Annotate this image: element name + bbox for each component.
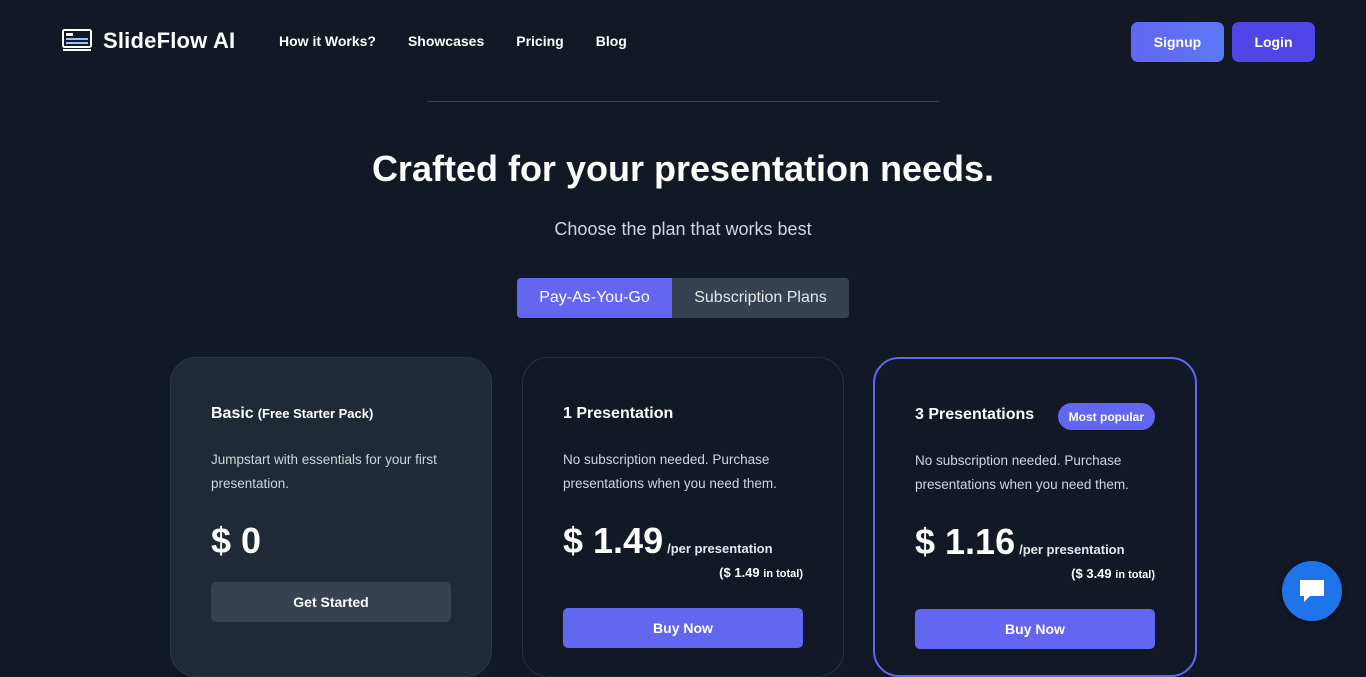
plan-title: 1 Presentation <box>563 405 674 422</box>
plan-total: ($ 1.49 in total) <box>719 565 803 580</box>
plan-price: $ 1.49 <box>563 520 664 561</box>
plan-description: Jumpstart with essentials for your first… <box>211 452 437 491</box>
plan-price-row: $ 1.16 /per presentation <box>915 521 1125 563</box>
top-navigation: SlideFlow AI How it Works? Showcases Pri… <box>0 0 1366 84</box>
nav-links: How it Works? Showcases Pricing Blog <box>279 33 659 49</box>
toggle-subscription-plans[interactable]: Subscription Plans <box>672 278 849 318</box>
plan-total-suffix: in total) <box>1115 569 1155 581</box>
plan-price-unit: /per presentation <box>1019 542 1125 557</box>
nav-blog[interactable]: Blog <box>596 33 627 49</box>
nav-showcases[interactable]: Showcases <box>408 33 484 49</box>
plan-price-unit: /per presentation <box>667 541 773 556</box>
nav-how-it-works[interactable]: How it Works? <box>279 33 376 49</box>
plan-price-row: $ 0 <box>211 520 261 562</box>
plan-total: ($ 3.49 in total) <box>1071 566 1155 581</box>
plan-total-amount: ($ 3.49 <box>1071 566 1112 581</box>
page-title: Crafted for your presentation needs. <box>371 148 995 189</box>
plan-title-suffix: (Free Starter Pack) <box>257 406 374 421</box>
most-popular-badge: Most popular <box>1057 403 1155 430</box>
plan-card-1-presentation: 1 Presentation No subscription needed. P… <box>522 357 844 677</box>
plan-title: 3 Presentations <box>915 406 1035 423</box>
plan-total-amount: ($ 1.49 <box>719 565 760 580</box>
plan-description: No subscription needed. Purchase present… <box>915 453 1129 492</box>
toggle-pay-as-you-go[interactable]: Pay-As-You-Go <box>517 278 672 318</box>
plan-total-suffix: in total) <box>763 568 803 580</box>
plan-type-toggle: Pay-As-You-Go Subscription Plans <box>517 278 849 318</box>
plan-card-3-presentations: 3 Presentations Most popular No subscrip… <box>873 357 1197 677</box>
plan-title-main: Basic <box>211 405 254 422</box>
buy-now-button[interactable]: Buy Now <box>915 609 1155 649</box>
brand-name: SlideFlow AI <box>103 28 236 53</box>
signup-button[interactable]: Signup <box>1131 22 1224 62</box>
chat-widget-button[interactable] <box>1282 561 1342 621</box>
section-divider <box>427 101 939 102</box>
login-button[interactable]: Login <box>1232 22 1315 62</box>
slides-logo-icon <box>62 29 92 51</box>
plan-card-basic: Basic (Free Starter Pack) Jumpstart with … <box>170 357 492 677</box>
chat-icon <box>1300 580 1324 602</box>
plan-price: $ 1.16 <box>915 521 1016 562</box>
plan-price-row: $ 1.49 /per presentation <box>563 520 773 562</box>
page-subtitle: Choose the plan that works best <box>554 219 812 239</box>
buy-now-button[interactable]: Buy Now <box>563 608 803 648</box>
plan-title: Basic (Free Starter Pack) <box>211 405 373 423</box>
plan-description: No subscription needed. Purchase present… <box>563 452 777 491</box>
brand-logo[interactable]: SlideFlow AI <box>62 28 235 54</box>
get-started-button[interactable]: Get Started <box>211 582 451 622</box>
plan-price: $ 0 <box>211 520 262 561</box>
nav-pricing[interactable]: Pricing <box>516 33 563 49</box>
